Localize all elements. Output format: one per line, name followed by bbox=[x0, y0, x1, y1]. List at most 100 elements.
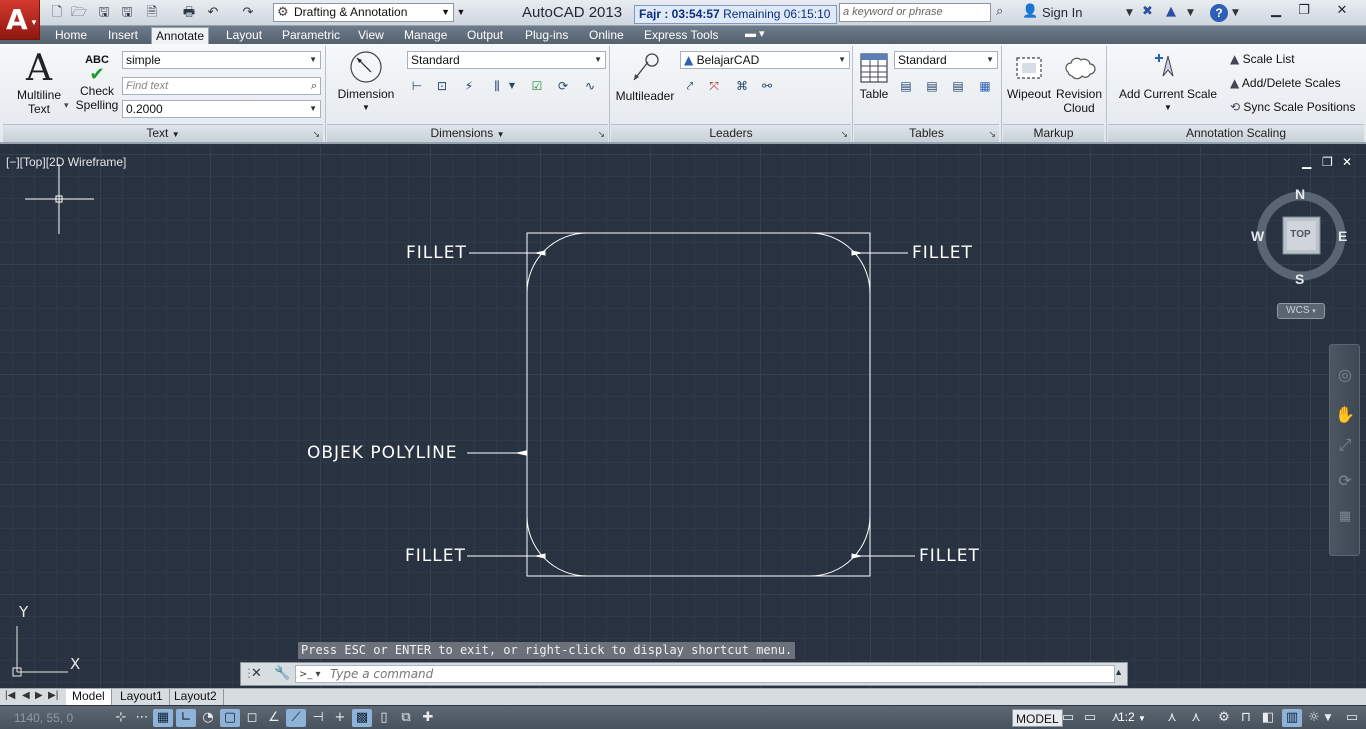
sync-scale-positions-button[interactable]: ⟲ Sync Scale Positions bbox=[1230, 100, 1355, 114]
find-replace-icon[interactable]: ⌕ bbox=[311, 78, 317, 94]
dimension-button[interactable]: Dimension ▼ bbox=[334, 50, 398, 115]
wcs-menu[interactable]: WCS ▾ bbox=[1277, 303, 1325, 319]
application-menu-button[interactable]: A ▼ bbox=[0, 0, 40, 40]
selection-cycling-icon[interactable]: ⧉ bbox=[396, 709, 416, 727]
check-spelling-button[interactable]: ABC ✔ Check Spelling bbox=[74, 54, 120, 112]
lock-ui-icon[interactable]: ⊓ bbox=[1236, 709, 1256, 727]
tab-online[interactable]: Online bbox=[585, 27, 628, 44]
minimize-window-icon[interactable]: ▁ bbox=[1262, 2, 1290, 20]
chevron-up-icon[interactable]: ▲ bbox=[1114, 667, 1123, 677]
dim-linear-icon[interactable]: ⊢ bbox=[407, 75, 427, 95]
tab-plug-ins[interactable]: Plug-ins bbox=[521, 27, 572, 44]
tab-model[interactable]: Model bbox=[66, 689, 112, 705]
save-as-icon[interactable]: 🖫 bbox=[118, 4, 136, 21]
annotation-monitor-icon[interactable]: ✚ bbox=[418, 709, 438, 727]
steering-wheel-icon[interactable]: ◎ bbox=[1335, 365, 1355, 384]
text-height-select[interactable]: 0.2000 ▼ bbox=[122, 100, 321, 118]
clean-screen-icon[interactable]: ▭ bbox=[1342, 709, 1362, 727]
text-style-select[interactable]: simple ▼ bbox=[122, 51, 321, 69]
chevron-down-icon[interactable]: ▾ bbox=[64, 100, 69, 111]
tab-express-tools[interactable]: Express Tools bbox=[640, 27, 722, 44]
new-file-icon[interactable]: 🗋 bbox=[48, 4, 66, 21]
model-space-toggle[interactable]: MODEL bbox=[1012, 709, 1063, 727]
auto-scale-icon[interactable]: ⋏ bbox=[1186, 709, 1206, 727]
help-button[interactable]: ? bbox=[1210, 4, 1228, 22]
align-leaders-icon[interactable]: ⌘ bbox=[732, 75, 752, 95]
dialog-launcher-icon[interactable]: ↘ bbox=[312, 126, 320, 143]
bounding-rectangle[interactable] bbox=[526, 232, 871, 577]
grid-display-icon[interactable]: ▦ bbox=[153, 709, 173, 727]
hardware-acceleration-icon[interactable]: ◧ bbox=[1258, 709, 1278, 727]
search-input[interactable]: a keyword or phrase bbox=[839, 3, 991, 22]
redo-icon[interactable]: ↷ bbox=[239, 4, 257, 21]
orbit-icon[interactable]: ⟳ bbox=[1335, 471, 1355, 490]
tab-output[interactable]: Output bbox=[463, 27, 507, 44]
isolate-objects-icon[interactable]: ▥ bbox=[1282, 709, 1302, 727]
quick-properties-icon[interactable]: ▯ bbox=[374, 709, 394, 727]
tab-home[interactable]: Home bbox=[51, 27, 91, 44]
tab-parametric[interactable]: Parametric bbox=[278, 27, 344, 44]
lineweight-icon[interactable]: + bbox=[330, 709, 350, 727]
workspace-switching-icon[interactable]: ⚙ bbox=[1214, 709, 1234, 727]
revision-cloud-button[interactable]: Revision Cloud bbox=[1054, 52, 1104, 115]
wipeout-button[interactable]: Wipeout bbox=[1004, 52, 1054, 101]
drawing-canvas[interactable]: [−][Top][2D Wireframe] ▁ ❐ ✕ FILLET FILL… bbox=[0, 146, 1366, 688]
showmotion-icon[interactable]: ▦ bbox=[1335, 509, 1355, 524]
table-button[interactable]: Table bbox=[856, 52, 892, 101]
binoculars-icon[interactable]: ⌕ bbox=[996, 4, 1003, 19]
object-snap-tracking-icon[interactable]: ∠ bbox=[264, 709, 284, 727]
add-current-scale-button[interactable]: Add Current Scale ▼ bbox=[1116, 50, 1220, 115]
undo-icon[interactable]: ↶ bbox=[204, 4, 222, 21]
add-leader-icon[interactable]: ⤤ bbox=[680, 75, 700, 95]
dim-jog-icon[interactable]: ∿ bbox=[580, 75, 600, 95]
dim-continue-icon[interactable]: ⫼ bbox=[487, 75, 507, 95]
last-tab-icon[interactable]: ▶| bbox=[48, 690, 58, 701]
tab-manage[interactable]: Manage bbox=[400, 27, 451, 44]
workspace-selector[interactable]: ⚙ Drafting & Annotation ▼ bbox=[273, 3, 454, 22]
3d-osnap-icon[interactable]: ◻ bbox=[242, 709, 262, 727]
chevron-down-icon[interactable]: ▼ bbox=[505, 75, 519, 95]
plot-icon[interactable]: 🖶 bbox=[180, 4, 198, 21]
wrench-icon[interactable]: 🔧 bbox=[274, 666, 290, 681]
tab-insert[interactable]: Insert bbox=[104, 27, 142, 44]
dynamic-ucs-icon[interactable]: ⟋ bbox=[286, 709, 306, 727]
object-snap-icon[interactable]: ▢ bbox=[220, 709, 240, 727]
close-window-icon[interactable]: ✕ bbox=[1322, 2, 1362, 20]
quick-view-layouts-icon[interactable]: ▭ bbox=[1058, 709, 1078, 727]
exchange-icon[interactable]: ✖ bbox=[1142, 4, 1153, 19]
dim-break-icon[interactable]: ⚡ bbox=[459, 75, 479, 95]
tab-layout2[interactable]: Layout2 bbox=[168, 689, 224, 705]
text-panel-footer[interactable]: Text ▼ ↘ bbox=[3, 124, 323, 142]
command-input[interactable]: >_ ▾ Type a command bbox=[295, 665, 1115, 683]
prev-tab-icon[interactable]: ◀ bbox=[22, 690, 30, 701]
viewcube-top-face[interactable]: TOP bbox=[1284, 229, 1317, 240]
compass-north[interactable]: N bbox=[1295, 186, 1305, 202]
add-delete-scales-button[interactable]: ▲ Add/Delete Scales bbox=[1230, 76, 1341, 90]
dynamic-input-icon[interactable]: ⊣ bbox=[308, 709, 328, 727]
sign-in-button[interactable]: Sign In bbox=[1042, 5, 1082, 20]
minimize-ribbon-toggle[interactable]: ▬ ▾ bbox=[745, 27, 765, 40]
dim-quick-icon[interactable]: ⊡ bbox=[432, 75, 452, 95]
leader-style-select[interactable]: ▲ BelajarCAD ▼ bbox=[680, 51, 850, 69]
tab-annotate[interactable]: Annotate bbox=[151, 27, 210, 44]
link-data-icon[interactable]: ▤ bbox=[922, 75, 942, 95]
compass-south[interactable]: S bbox=[1295, 271, 1304, 287]
filleted-polyline[interactable] bbox=[526, 232, 871, 577]
annotation-scale-select[interactable]: 1:2 ▼ bbox=[1118, 710, 1146, 724]
download-data-icon[interactable]: ▤ bbox=[948, 75, 968, 95]
collect-leaders-icon[interactable]: ⚯ bbox=[757, 75, 777, 95]
first-tab-icon[interactable]: |◀ bbox=[5, 690, 15, 701]
dialog-launcher-icon[interactable]: ↘ bbox=[840, 126, 848, 143]
chevron-down-icon[interactable]: ▼ bbox=[1126, 8, 1133, 18]
scale-list-button[interactable]: ▲ Scale List bbox=[1230, 52, 1295, 66]
compass-west[interactable]: W bbox=[1251, 228, 1264, 244]
quick-view-drawings-icon[interactable]: ▭ bbox=[1080, 709, 1100, 727]
infer-constraints-icon[interactable]: ⊹ bbox=[111, 709, 131, 727]
remove-leader-icon[interactable]: ⤧ bbox=[704, 75, 724, 95]
find-text-input[interactable]: Find text ⌕ bbox=[122, 77, 321, 95]
pan-hand-icon[interactable]: ✋ bbox=[1335, 405, 1355, 424]
publish-icon[interactable]: 🗎 bbox=[143, 4, 161, 21]
polar-tracking-icon[interactable]: ◔ bbox=[198, 709, 218, 727]
dim-update-icon[interactable]: ⟳ bbox=[553, 75, 573, 95]
upload-data-icon[interactable]: ▦ bbox=[975, 75, 995, 95]
